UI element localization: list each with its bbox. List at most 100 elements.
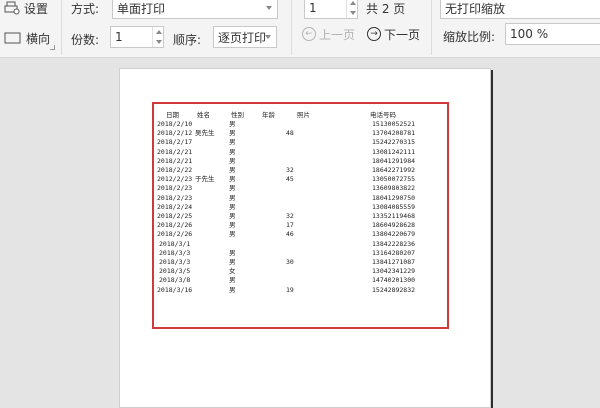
table-cell: 男 [229,147,236,156]
table-cell: 13704208781 [372,129,416,138]
table-cell: 2018/3/16 [157,285,193,294]
table-cell: 2018/2/23 [157,184,193,193]
print-preview-toolbar: 设置 横向 方式: 单面打印 份数: 1 顺序: 逐页打印 1 共 2 页 ← … [0,0,600,58]
table-cell: 45 [286,175,294,184]
table-cell: 18642271992 [372,166,416,174]
table-cell: 男 [229,221,236,230]
table-cell: 2012/2/23 [157,175,193,184]
table-header-row: 日期 姓名 性别 年龄 照片 电话号码 [0,111,600,120]
table-cell: 2018/2/24 [157,202,193,211]
table-cell: 2018/2/21 [157,147,193,156]
prev-page-button[interactable]: ← 上一页 [302,25,355,43]
next-page-label: 下一页 [384,27,421,42]
arrow-right-icon: → [367,27,381,41]
stepper-arrows-icon[interactable] [346,0,357,18]
table-cell: 2018/2/26 [157,230,193,239]
page-number-stepper[interactable]: 1 [304,0,358,19]
table-cell: 2018/2/10 [157,120,193,128]
table-cell: 13841271087 [372,258,416,266]
table-header-cell: 日期 [166,111,179,119]
page-setup-label: 设置 [24,1,49,16]
table-cell: 15130052521 [372,120,416,128]
landscape-orientation-icon [4,32,21,44]
print-mode-value: 单面打印 [117,1,166,16]
table-cell: 2018/2/23 [157,193,193,202]
page-number-value: 1 [309,1,317,15]
landscape-label: 横向 [26,31,51,46]
table-cell: 15242270315 [372,138,416,147]
table-cell: 2018/2/21 [157,156,193,165]
group-expand-icon[interactable] [50,45,55,50]
table-cell: 19 [286,285,294,294]
table-cell: 13352119468 [372,212,416,220]
table-header-cell: 姓名 [197,111,210,119]
table-cell: 15242892832 [372,285,416,294]
table-cell: 2018/2/17 [157,138,193,147]
table-cell: 13609803822 [372,184,416,193]
table-cell: 18041291984 [372,156,416,165]
zoom-value: 100 % [510,27,549,41]
table-cell: 男 [229,285,236,294]
printer-settings-icon [4,1,20,15]
table-cell: 2018/2/25 [157,212,193,220]
table-cell: 32 [286,212,294,220]
table-cell: 13081242111 [372,147,416,156]
prev-page-label: 上一页 [319,27,356,42]
copies-stepper[interactable]: 1 [110,26,164,48]
scale-mode-value: 无打印缩放 [445,1,506,16]
print-order-select[interactable]: 逐页打印 [213,26,277,48]
table-cell: 30 [286,258,294,266]
copies-value: 1 [115,30,123,44]
zoom-label: 缩放比例: [443,30,496,44]
table-cell: 18041290750 [372,193,416,202]
table-cell: 2018/2/22 [157,166,193,174]
toolbar-divider [61,0,62,55]
toolbar-divider [431,0,432,55]
chevron-down-icon [266,6,272,10]
table-cell: 2018/3/8 [159,276,191,285]
table-cell: 32 [286,166,294,174]
table-cell: 2018/3/1 [159,239,191,248]
toolbar-divider [291,0,292,55]
table-cell: 男 [229,175,236,184]
table-cell: 13164280207 [372,248,416,257]
page-setup-button[interactable]: 设置 [4,0,48,17]
table-cell: 男 [229,166,236,174]
table-cell: 46 [286,230,294,239]
table-cell: 18604928628 [372,221,416,230]
chevron-down-icon [265,35,271,39]
table-cell: 男 [229,184,236,193]
table-cell: 男 [229,230,236,239]
next-page-button[interactable]: → 下一页 [367,25,420,43]
table-cell: 男 [229,248,236,257]
table-cell: 48 [286,129,294,138]
table-cell: 男 [229,202,236,211]
stepper-arrows-icon[interactable] [152,27,163,47]
table-cell: 2018/2/12 [157,129,193,138]
table-cell: 13804220679 [372,230,416,239]
table-cell: 吴先生 [195,129,215,138]
table-cell: 2018/3/3 [159,258,191,266]
table-cell: 2018/2/26 [157,221,193,230]
print-mode-label: 方式: [71,2,100,16]
landscape-button[interactable]: 横向 [4,29,50,47]
table-cell: 14740201300 [372,276,416,285]
table-cell: 男 [229,138,236,147]
print-mode-select[interactable]: 单面打印 [112,0,278,19]
table-header-cell: 电话号码 [370,111,396,119]
arrow-left-icon: ← [302,27,316,41]
table-cell: 男 [229,276,236,285]
table-header-cell: 年龄 [262,111,275,119]
zoom-select[interactable]: 100 % [505,23,600,45]
table-cell: 于先生 [195,175,215,184]
table-cell: 13842228236 [372,239,416,248]
table-cell: 17 [286,221,294,230]
copies-label: 份数: [71,33,100,47]
scale-mode-select[interactable]: 无打印缩放 [440,0,600,19]
table-cell: 女 [229,267,236,276]
order-label: 顺序: [173,33,202,47]
table-cell: 男 [229,129,236,138]
total-pages-label: 共 2 页 [366,2,406,16]
table-header-cell: 照片 [297,111,310,119]
table-cell: 男 [229,193,236,202]
